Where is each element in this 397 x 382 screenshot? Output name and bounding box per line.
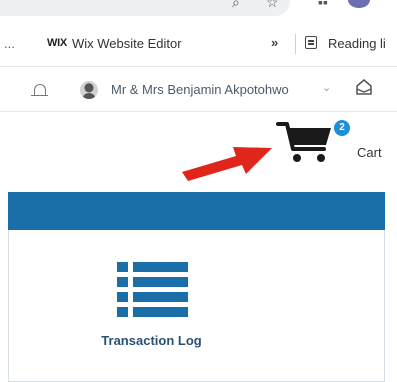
user-name-menu[interactable]: Mr & Mrs Benjamin Akpotohwo xyxy=(111,82,289,97)
list-icon[interactable] xyxy=(117,262,188,318)
zoom-icon[interactable]: ⌕ xyxy=(232,0,240,11)
cart-count-badge: 2 xyxy=(334,120,350,136)
bookmark-overflow-text[interactable]: ... xyxy=(4,36,15,51)
browser-toolbar: ⌕ ☆ ▪▪ xyxy=(0,0,397,18)
red-arrow-icon xyxy=(182,147,272,181)
bookmarks-divider xyxy=(295,34,296,54)
reading-list-button[interactable]: Reading li xyxy=(328,36,386,51)
user-bar: Mr & Mrs Benjamin Akpotohwo ⌄ xyxy=(0,67,397,111)
wix-logo-icon: WIX xyxy=(47,37,67,49)
chevron-down-icon[interactable]: ⌄ xyxy=(322,81,331,94)
notification-bell-icon[interactable] xyxy=(31,84,48,97)
browser-profile-avatar[interactable] xyxy=(348,0,370,8)
address-bar[interactable] xyxy=(0,0,290,16)
reading-list-icon[interactable] xyxy=(305,36,317,49)
extensions-icon[interactable]: ▪▪ xyxy=(318,0,328,10)
divider xyxy=(0,111,397,112)
shopping-cart-icon[interactable] xyxy=(276,120,334,164)
bookmarks-bar: ... WIX Wix Website Editor » Reading li xyxy=(0,28,397,60)
bookmarks-more-button[interactable]: » xyxy=(271,35,278,50)
bookmark-star-icon[interactable]: ☆ xyxy=(266,0,279,11)
transaction-log-label[interactable]: Transaction Log xyxy=(0,333,303,348)
home-icon[interactable] xyxy=(355,77,373,97)
avatar[interactable] xyxy=(80,81,98,99)
cart-link[interactable]: Cart xyxy=(357,145,382,160)
bookmark-wix-website-editor[interactable]: Wix Website Editor xyxy=(72,36,182,51)
card-header xyxy=(8,192,385,230)
